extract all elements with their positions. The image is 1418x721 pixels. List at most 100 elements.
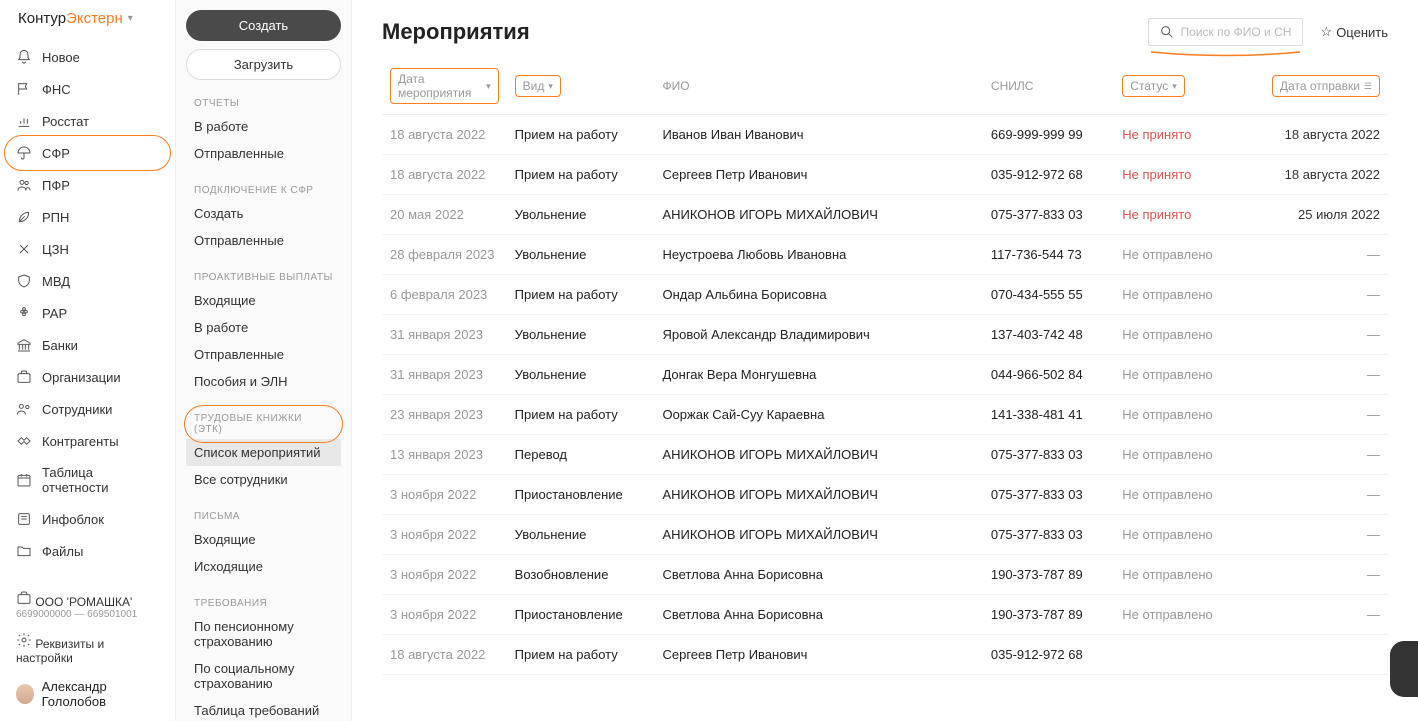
col-status[interactable]: Статус▾	[1114, 58, 1256, 115]
cell-type: Приостановление	[507, 475, 655, 515]
nav-item-shield[interactable]: МВД	[0, 265, 175, 297]
cell-date: 3 ноября 2022	[382, 555, 507, 595]
table-row[interactable]: 6 февраля 2023Прием на работуОндар Альби…	[382, 275, 1388, 315]
nav-label: Контрагенты	[42, 434, 119, 449]
search-input[interactable]	[1181, 25, 1292, 39]
cell-date: 3 ноября 2022	[382, 595, 507, 635]
nav-item-bell[interactable]: Новое	[0, 41, 175, 73]
cell-sent: —	[1257, 355, 1388, 395]
chat-widget[interactable]	[1390, 641, 1418, 697]
nav-item-book[interactable]: Инфоблок	[0, 503, 175, 535]
nav-item-calendar[interactable]: Таблица отчетности	[0, 457, 175, 503]
cell-date: 20 мая 2022	[382, 195, 507, 235]
sidebar-subitem[interactable]: В работе	[186, 113, 341, 140]
cell-fio: АНИКОНОВ ИГОРЬ МИХАЙЛОВИЧ	[654, 195, 982, 235]
cell-status: Не принято	[1114, 155, 1256, 195]
bell-icon	[16, 49, 32, 65]
cell-date: 3 ноября 2022	[382, 475, 507, 515]
nav-item-briefcase[interactable]: Организации	[0, 361, 175, 393]
cell-status: Не принято	[1114, 195, 1256, 235]
cell-status: Не отправлено	[1114, 355, 1256, 395]
logo[interactable]: КонтурЭкстерн ▾	[0, 0, 175, 37]
section-heading: ПРОАКТИВНЫЕ ВЫПЛАТЫ	[186, 268, 341, 287]
sidebar-subitem[interactable]: Отправленные	[186, 227, 341, 254]
sidebar-subitem[interactable]: Отправленные	[186, 341, 341, 368]
create-button[interactable]: Создать	[186, 10, 341, 41]
cell-type: Приостановление	[507, 595, 655, 635]
org-block[interactable]: ООО 'РОМАШКА' 6699000000 — 669501001	[0, 584, 175, 626]
table-row[interactable]: 13 января 2023ПереводАНИКОНОВ ИГОРЬ МИХА…	[382, 435, 1388, 475]
user-block[interactable]: Александр Гололобов	[0, 671, 175, 721]
table-row[interactable]: 3 ноября 2022ВозобновлениеСветлова Анна …	[382, 555, 1388, 595]
sidebar-subitem[interactable]: Пособия и ЭЛН	[186, 368, 341, 395]
cell-fio: Ондар Альбина Борисовна	[654, 275, 982, 315]
nav-item-umbrella[interactable]: СФР	[0, 137, 175, 169]
sidebar-subitem[interactable]: Входящие	[186, 526, 341, 553]
nav-item-people[interactable]: ПФР	[0, 169, 175, 201]
table-row[interactable]: 18 августа 2022Прием на работуСергеев Пе…	[382, 635, 1388, 675]
nav-label: МВД	[42, 274, 70, 289]
search-box[interactable]	[1148, 18, 1303, 46]
upload-button[interactable]: Загрузить	[186, 49, 341, 80]
nav-item-bank[interactable]: Банки	[0, 329, 175, 361]
cell-status: Не отправлено	[1114, 435, 1256, 475]
table-row[interactable]: 3 ноября 2022УвольнениеАНИКОНОВ ИГОРЬ МИ…	[382, 515, 1388, 555]
sidebar-subitem[interactable]: Все сотрудники	[186, 466, 341, 493]
cell-type: Увольнение	[507, 355, 655, 395]
table-row[interactable]: 3 ноября 2022ПриостановлениеАНИКОНОВ ИГО…	[382, 475, 1388, 515]
grape-icon	[16, 305, 32, 321]
cell-status: Не отправлено	[1114, 235, 1256, 275]
table-row[interactable]: 23 января 2023Прием на работуОоржак Сай-…	[382, 395, 1388, 435]
nav-item-leaf[interactable]: РПН	[0, 201, 175, 233]
nav-label: РАР	[42, 306, 67, 321]
nav-label: Файлы	[42, 544, 83, 559]
folder-icon	[16, 543, 32, 559]
table-row[interactable]: 31 января 2023УвольнениеДонгак Вера Монг…	[382, 355, 1388, 395]
nav-item-chart[interactable]: Росстат	[0, 105, 175, 137]
briefcase-icon	[16, 590, 32, 606]
nav-item-grape[interactable]: РАР	[0, 297, 175, 329]
sidebar-subitem[interactable]: Таблица требований	[186, 697, 341, 721]
col-sent-date[interactable]: Дата отправки☰	[1257, 58, 1388, 115]
cell-sent: —	[1257, 435, 1388, 475]
table-row[interactable]: 3 ноября 2022ПриостановлениеСветлова Анн…	[382, 595, 1388, 635]
cell-status: Не отправлено	[1114, 555, 1256, 595]
cell-status: Не отправлено	[1114, 315, 1256, 355]
section-heading: ТРУДОВЫЕ КНИЖКИ (ЭТК)	[186, 409, 341, 439]
book-icon	[16, 511, 32, 527]
main-area: Мероприятия ☆ Оценить Дата мероприятия▾ …	[352, 0, 1418, 721]
nav-label: Инфоблок	[42, 512, 104, 527]
nav-item-users[interactable]: Сотрудники	[0, 393, 175, 425]
cell-type: Увольнение	[507, 235, 655, 275]
users-icon	[16, 401, 32, 417]
nav-label: Сотрудники	[42, 402, 112, 417]
rate-button[interactable]: ☆ Оценить	[1321, 24, 1388, 40]
table-header-row: Дата мероприятия▾ Вид▾ ФИО СНИЛС Статус▾…	[382, 58, 1388, 115]
cell-sent: —	[1257, 475, 1388, 515]
table-row[interactable]: 20 мая 2022УвольнениеАНИКОНОВ ИГОРЬ МИХА…	[382, 195, 1388, 235]
cell-snils: 035-912-972 68	[983, 635, 1114, 675]
sidebar-subitem[interactable]: Список мероприятий	[186, 439, 341, 466]
settings-link[interactable]: Реквизиты и настройки	[0, 626, 175, 671]
table-row[interactable]: 28 февраля 2023УвольнениеНеустроева Любо…	[382, 235, 1388, 275]
table-row[interactable]: 18 августа 2022Прием на работуСергеев Пе…	[382, 155, 1388, 195]
sidebar-subitem[interactable]: Входящие	[186, 287, 341, 314]
sidebar-subitem[interactable]: Отправленные	[186, 140, 341, 167]
nav-item-tools[interactable]: ЦЗН	[0, 233, 175, 265]
sidebar-subitem[interactable]: Создать	[186, 200, 341, 227]
table-row[interactable]: 31 января 2023УвольнениеЯровой Александр…	[382, 315, 1388, 355]
sidebar-subitem[interactable]: В работе	[186, 314, 341, 341]
nav-item-folder[interactable]: Файлы	[0, 535, 175, 567]
nav-label: Организации	[42, 370, 121, 385]
sidebar-subitem[interactable]: Исходящие	[186, 553, 341, 580]
table-row[interactable]: 18 августа 2022Прием на работуИванов Ива…	[382, 115, 1388, 155]
col-type[interactable]: Вид▾	[507, 58, 655, 115]
nav-item-flag[interactable]: ФНС	[0, 73, 175, 105]
sidebar-subitem[interactable]: По социальному страхованию	[186, 655, 341, 697]
cell-status: Не отправлено	[1114, 595, 1256, 635]
sidebar-subitem[interactable]: По пенсионному страхованию	[186, 613, 341, 655]
col-event-date[interactable]: Дата мероприятия▾	[382, 58, 507, 115]
nav-item-handshake[interactable]: Контрагенты	[0, 425, 175, 457]
user-name: Александр Гололобов	[42, 679, 159, 709]
cell-status: Не отправлено	[1114, 275, 1256, 315]
